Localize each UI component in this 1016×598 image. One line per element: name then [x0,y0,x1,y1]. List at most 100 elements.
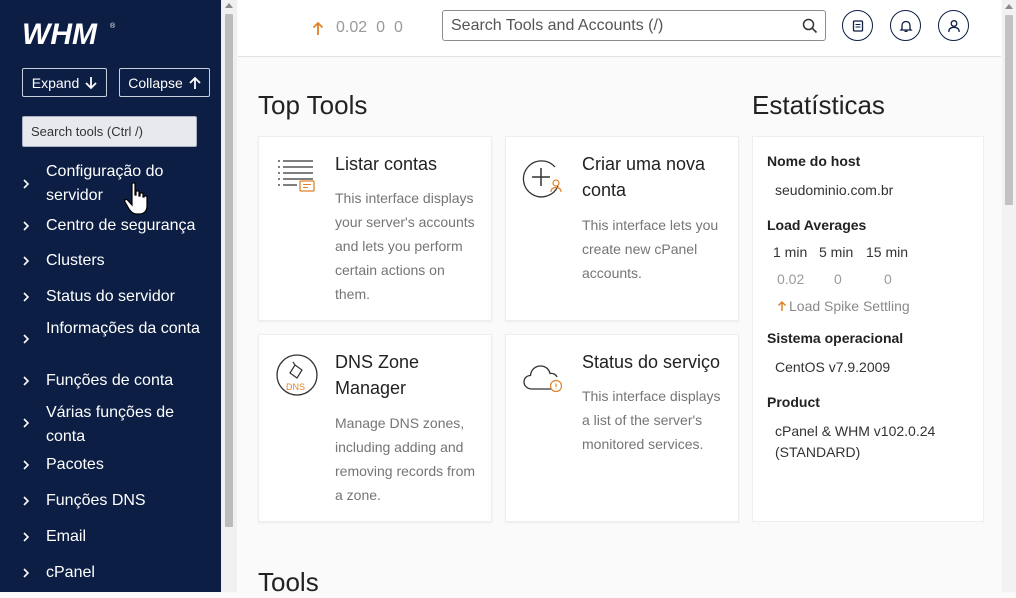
load-header-15min: 15 min [866,244,909,260]
sidebar-item-label: Várias funções de conta [46,404,175,445]
chevron-right-icon [23,179,30,189]
card-description: Manage DNS zones, including adding and r… [335,415,476,503]
hostname-label: Nome do host [767,153,861,169]
collapse-label: Collapse [128,74,183,91]
sidebar-item-label: Centro de segurança [46,217,196,234]
card-title[interactable]: Listar contas [335,151,485,177]
card-dns-zone-manager[interactable]: DNS DNS Zone Manager Manage DNS zones, i… [258,334,492,522]
chevron-right-icon [23,568,30,578]
scroll-up-arrow-icon[interactable] [225,3,233,8]
svg-text:DNS: DNS [286,382,305,392]
svg-text:®: ® [110,22,116,30]
card-title[interactable]: Status do serviço [582,349,732,375]
global-search-placeholder: Search Tools and Accounts (/) [451,16,664,34]
sidebar-item-configuracao[interactable]: Configuração do servidor [0,158,221,210]
chevron-right-icon [23,256,30,266]
load-value-5min: 0 [834,271,842,287]
sidebar-item-clusters[interactable]: Clusters [0,249,221,273]
scroll-up-arrow-icon[interactable] [1005,4,1013,9]
sidebar-scrollbar-thumb[interactable] [225,14,233,527]
arrow-up-icon [189,76,201,89]
sidebar-item-label: Clusters [46,252,105,269]
main-scrollbar[interactable] [1002,0,1016,592]
arrow-up-spike-icon [777,300,787,311]
card-criar-conta[interactable]: Criar uma nova conta This interface lets… [505,136,739,321]
main-scrollbar-thumb[interactable] [1005,15,1013,205]
collapse-button[interactable]: Collapse [119,68,210,97]
load-15min: 0 [394,19,403,36]
global-search-input[interactable]: Search Tools and Accounts (/) [442,10,826,41]
create-account-icon [522,160,562,198]
sidebar-item-funcoes-conta[interactable]: Funções de conta [0,369,221,393]
stats-panel: Nome do host seudominio.com.br Load Aver… [752,136,984,522]
user-icon [947,19,960,32]
list-accounts-icon [278,160,315,192]
expand-label: Expand [31,74,80,91]
card-status-servico[interactable]: Status do serviço This interface display… [505,334,739,522]
arrow-up-load-icon [312,21,324,35]
user-menu-button[interactable] [938,10,969,41]
notes-icon [852,19,863,32]
sidebar-item-label: Email [46,528,87,545]
dns-icon: DNS [276,354,318,396]
load-averages-label: Load Averages [767,217,867,233]
notes-button[interactable] [842,10,873,41]
top-tools-heading: Top Tools [258,90,368,120]
top-header: 0.02 0 0 Search Tools and Accounts (/) [238,0,1001,57]
os-label: Sistema operacional [767,330,904,346]
sidebar-item-pacotes[interactable]: Pacotes [0,453,221,477]
load-spike-text: Load Spike Settling [789,298,910,314]
card-description: This interface displays a list of the se… [582,388,721,452]
sidebar-item-label: Funções DNS [46,492,146,509]
load-average-readout: 0.02 0 0 [336,19,403,37]
sidebar-item-email[interactable]: Email [0,525,221,549]
product-label: Product [767,394,820,410]
tools-heading: Tools [258,567,319,597]
sidebar-item-informacoes-conta[interactable]: Informações da conta [0,315,221,367]
card-title[interactable]: Criar uma nova conta [582,151,732,203]
sidebar-search-placeholder: Search tools (Ctrl /) [31,124,143,139]
sidebar-scrollbar[interactable] [221,0,237,592]
chevron-right-icon [23,334,30,344]
load-header-5min: 5 min [819,244,854,260]
load-value-1min: 0.02 [777,271,805,287]
sidebar-item-seguranca[interactable]: Centro de segurança [0,214,221,238]
stats-heading: Estatísticas [752,90,885,120]
search-icon[interactable] [802,18,818,34]
sidebar-item-cpanel[interactable]: cPanel [0,561,221,585]
os-value: CentOS v7.9.2009 [775,359,891,375]
sidebar-item-label: cPanel [46,564,95,581]
arrow-down-icon [85,76,97,89]
notifications-button[interactable] [890,10,921,41]
load-header-1min: 1 min [773,244,808,260]
card-listar-contas[interactable]: Listar contas This interface displays yo… [258,136,492,321]
sidebar-item-label: Funções de conta [46,372,174,389]
chevron-right-icon [23,496,30,506]
sidebar-search-input[interactable]: Search tools (Ctrl /) [22,116,197,147]
load-5min: 0 [376,19,386,36]
chevron-right-icon [23,532,30,542]
sidebar-item-label: Status do servidor [46,288,175,305]
card-title[interactable]: DNS Zone Manager [335,349,485,401]
expand-button[interactable]: Expand [22,68,107,97]
chevron-right-icon [23,221,30,231]
product-value: cPanel & WHM v102.0.24 (STANDARD) [775,423,936,460]
sidebar-item-label: Pacotes [46,456,104,473]
sidebar: WHM ® Expand Collapse Search tools (Ctrl… [0,0,221,592]
sidebar-item-varias-funcoes[interactable]: Várias funções de conta [0,399,221,451]
hostname-value: seudominio.com.br [775,182,894,198]
sidebar-item-dns[interactable]: Funções DNS [0,489,221,513]
load-1min: 0.02 [336,19,368,36]
cloud-status-icon [523,365,563,393]
bell-icon [898,20,913,32]
hand-cursor-icon [124,182,148,215]
load-spike-status: Load Spike Settling [777,298,910,314]
svg-text:WHM: WHM [22,18,98,50]
chevron-right-icon [23,418,30,428]
chevron-right-icon [23,460,30,470]
card-description: This interface lets you create new cPane… [582,217,719,281]
sidebar-item-status-servidor[interactable]: Status do servidor [0,285,221,309]
card-description: This interface displays your server's ac… [335,190,475,302]
whm-logo[interactable]: WHM ® [22,16,118,50]
chevron-right-icon [23,292,30,302]
